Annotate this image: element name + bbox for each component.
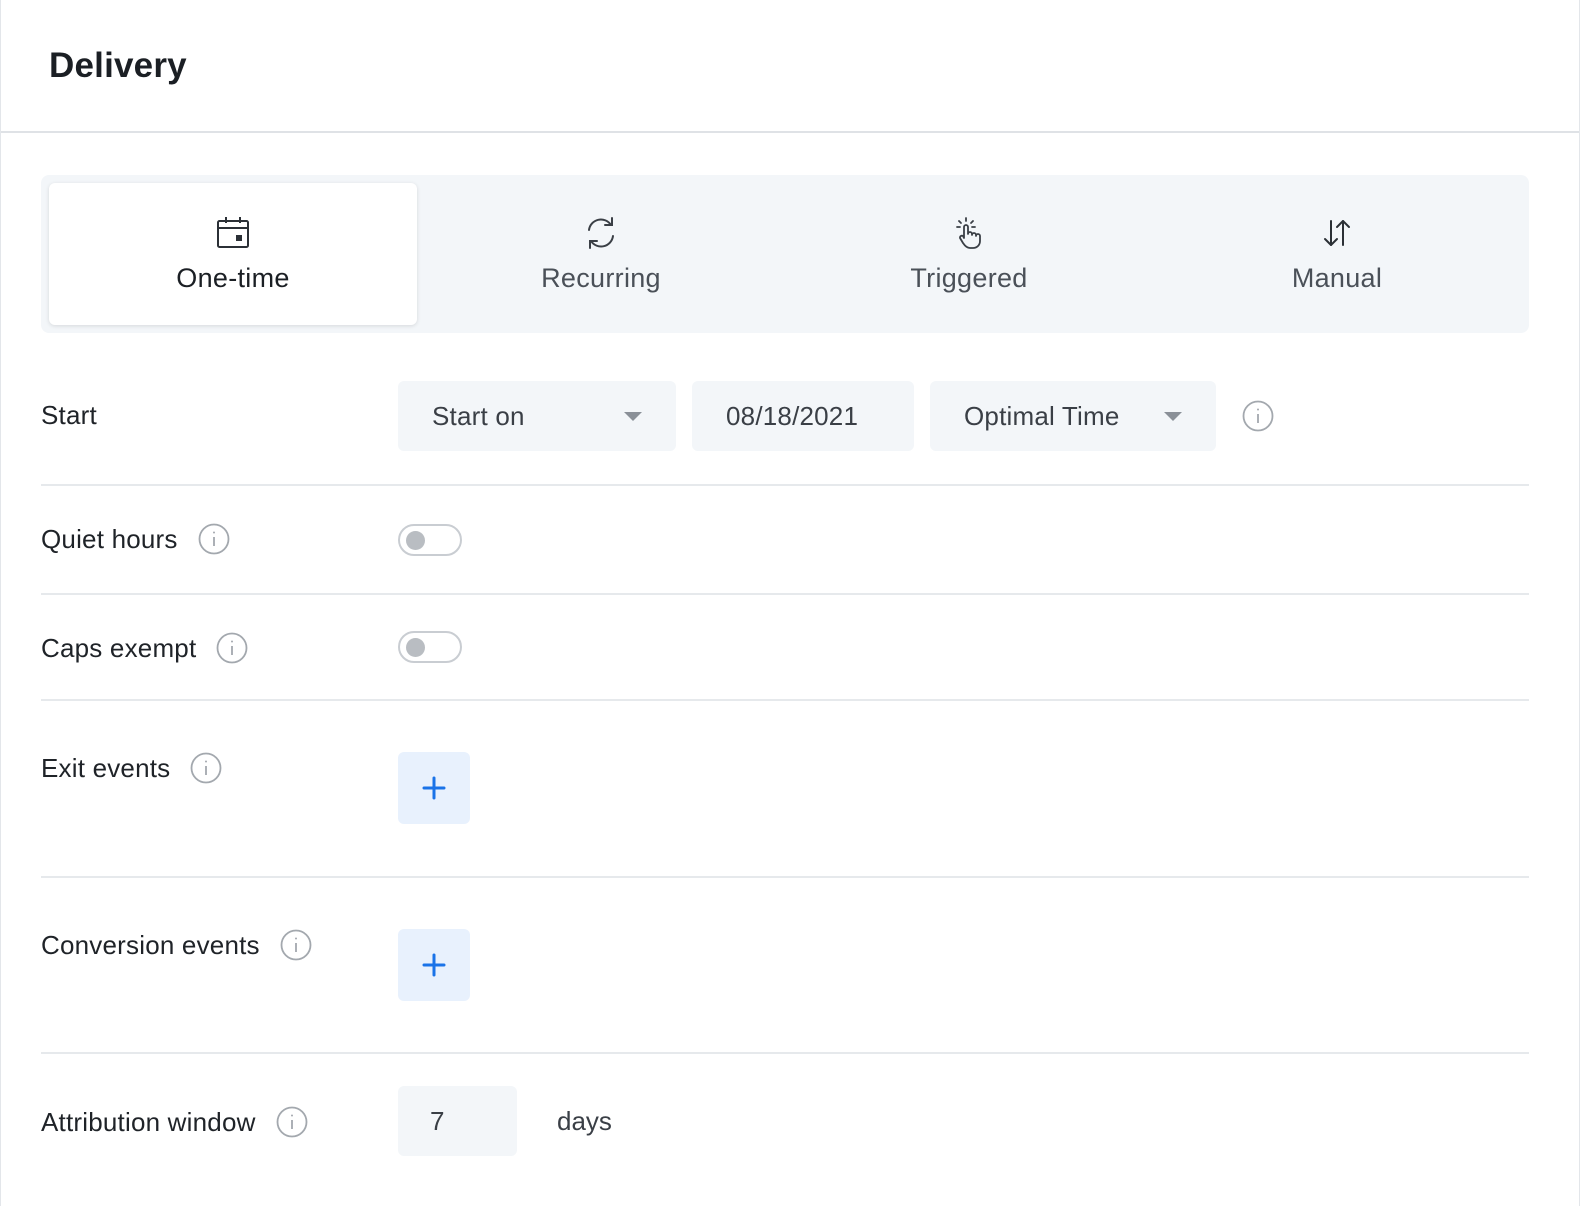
plus-icon — [422, 776, 446, 800]
page-title: Delivery — [49, 45, 187, 85]
start-time-value: Optimal Time — [964, 400, 1120, 431]
delivery-panel: Delivery One-time Recurring Triggered Ma… — [0, 0, 1580, 1206]
info-icon[interactable] — [216, 632, 248, 664]
sort-arrows-icon — [1319, 215, 1355, 251]
tab-recurring[interactable]: Recurring — [417, 183, 785, 325]
start-date-input[interactable] — [692, 381, 914, 451]
plus-icon — [422, 953, 446, 977]
quiet-hours-row: Quiet hours — [41, 486, 1529, 595]
refresh-icon — [583, 215, 619, 251]
attribution-window-field: days — [398, 1086, 612, 1156]
exit-events-label-text: Exit events — [41, 752, 171, 783]
exit-events-field — [398, 752, 470, 824]
info-icon[interactable] — [276, 1106, 308, 1138]
info-icon[interactable] — [190, 752, 222, 784]
tab-label: One-time — [176, 262, 290, 293]
start-fields: Start on Optimal Time — [398, 381, 1274, 451]
chevron-down-icon — [1164, 411, 1182, 421]
add-conversion-event-button[interactable] — [398, 929, 470, 1001]
caps-exempt-label-text: Caps exempt — [41, 632, 197, 663]
quiet-hours-field — [398, 524, 462, 556]
exit-events-row: Exit events — [41, 701, 1529, 878]
conversion-events-label-text: Conversion events — [41, 929, 260, 960]
toggle-knob — [406, 531, 425, 550]
caps-exempt-field — [398, 631, 462, 663]
start-label-text: Start — [41, 399, 97, 430]
tab-label: Manual — [1291, 262, 1383, 293]
caps-exempt-label: Caps exempt — [41, 631, 248, 665]
pointer-click-icon — [951, 215, 987, 251]
tab-triggered[interactable]: Triggered — [785, 183, 1153, 325]
calendar-icon — [215, 215, 251, 251]
attribution-window-unit: days — [557, 1105, 612, 1136]
start-mode-select[interactable]: Start on — [398, 381, 676, 451]
delivery-type-tabs: One-time Recurring Triggered Manual — [41, 175, 1529, 333]
conversion-events-row: Conversion events — [41, 878, 1529, 1054]
start-time-select[interactable]: Optimal Time — [930, 381, 1216, 451]
attribution-window-row: Attribution window days — [41, 1054, 1529, 1206]
quiet-hours-label: Quiet hours — [41, 522, 230, 556]
attribution-window-input[interactable] — [398, 1086, 517, 1156]
start-mode-value: Start on — [432, 400, 525, 431]
panel-header: Delivery — [1, 0, 1579, 133]
info-icon[interactable] — [280, 929, 312, 961]
chevron-down-icon — [624, 411, 642, 421]
add-exit-event-button[interactable] — [398, 752, 470, 824]
conversion-events-field — [398, 929, 470, 1001]
exit-events-label: Exit events — [41, 751, 222, 785]
quiet-hours-label-text: Quiet hours — [41, 523, 178, 554]
caps-exempt-row: Caps exempt — [41, 595, 1529, 701]
tab-label: Triggered — [910, 262, 1028, 293]
attribution-window-label-text: Attribution window — [41, 1106, 256, 1137]
toggle-knob — [406, 638, 425, 657]
conversion-events-label: Conversion events — [41, 928, 312, 962]
caps-exempt-toggle[interactable] — [398, 631, 462, 663]
start-row: Start Start on Optimal Time — [41, 380, 1529, 486]
quiet-hours-toggle[interactable] — [398, 524, 462, 556]
attribution-window-label: Attribution window — [41, 1105, 308, 1139]
tab-label: Recurring — [541, 262, 661, 293]
info-icon[interactable] — [1242, 400, 1274, 432]
info-icon[interactable] — [198, 523, 230, 555]
tab-manual[interactable]: Manual — [1153, 183, 1521, 325]
start-label: Start — [41, 380, 97, 450]
tab-one-time[interactable]: One-time — [49, 183, 417, 325]
